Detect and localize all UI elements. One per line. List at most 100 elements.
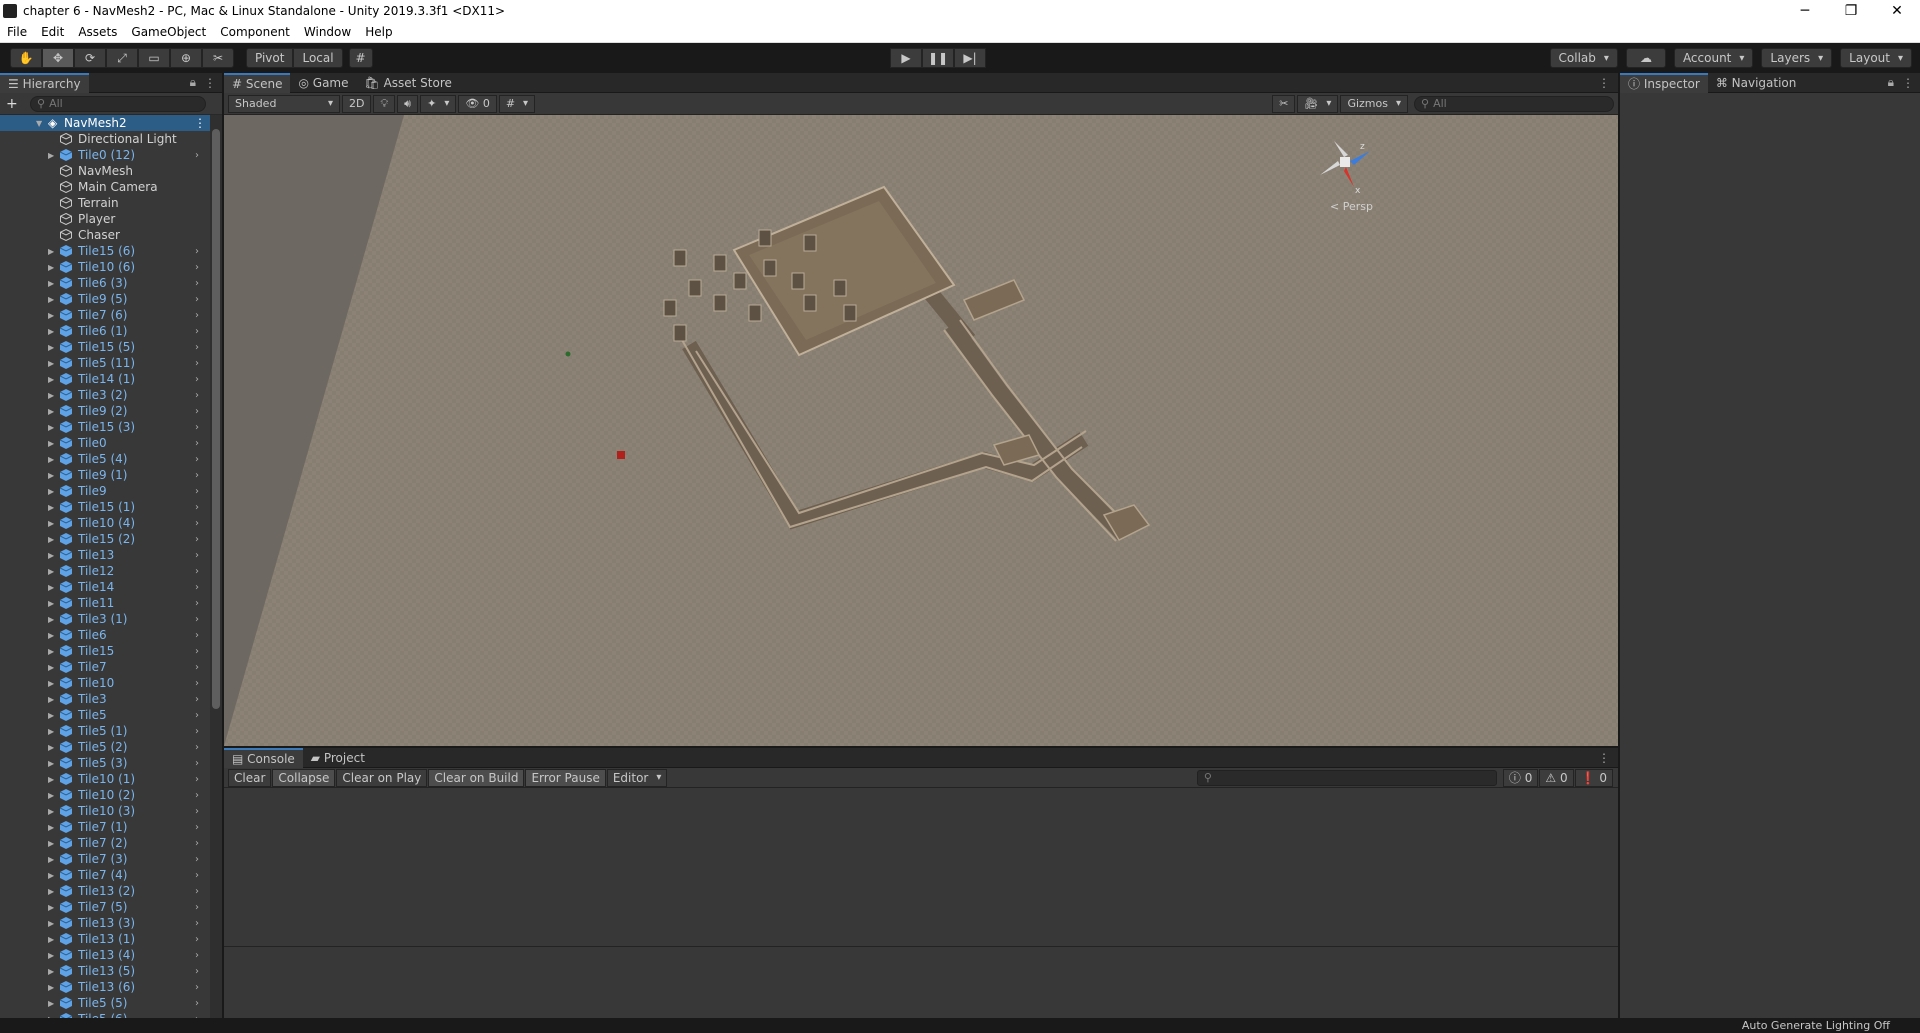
- expand-arrow-icon[interactable]: ▶: [48, 695, 54, 704]
- open-prefab-chevron-icon[interactable]: ›: [195, 438, 199, 449]
- scene-search-input[interactable]: ⚲ All: [1414, 95, 1614, 112]
- open-prefab-chevron-icon[interactable]: ›: [195, 518, 199, 529]
- expand-arrow-icon[interactable]: ▶: [48, 823, 54, 832]
- hierarchy-row[interactable]: ▶ Tile10 (4) ›: [0, 515, 210, 531]
- scene-more-icon[interactable]: ⋮: [1598, 76, 1610, 90]
- expand-arrow-icon[interactable]: ▶: [48, 727, 54, 736]
- menu-file[interactable]: File: [0, 25, 34, 39]
- hierarchy-row[interactable]: ▶ Tile0 ›: [0, 435, 210, 451]
- open-prefab-chevron-icon[interactable]: ›: [195, 822, 199, 833]
- grid-snap-icon[interactable]: #: [348, 48, 373, 68]
- cloud-icon[interactable]: ☁: [1625, 48, 1666, 68]
- tab-console[interactable]: ▤ Console: [224, 747, 303, 768]
- minimize-button[interactable]: ─: [1782, 0, 1828, 22]
- hierarchy-row[interactable]: ▶ Tile15 (1) ›: [0, 499, 210, 515]
- hierarchy-row[interactable]: ▶ Tile5 (1) ›: [0, 723, 210, 739]
- expand-arrow-icon[interactable]: ▶: [48, 759, 54, 768]
- open-prefab-chevron-icon[interactable]: ›: [195, 278, 199, 289]
- transform-tool-icon[interactable]: ⊕: [170, 48, 202, 68]
- hierarchy-row[interactable]: ▶ Tile10 ›: [0, 675, 210, 691]
- hierarchy-row[interactable]: ▶ Tile5 (4) ›: [0, 451, 210, 467]
- expand-arrow-icon[interactable]: ▶: [48, 343, 54, 352]
- console-search-input[interactable]: ⚲: [1196, 769, 1497, 786]
- open-prefab-chevron-icon[interactable]: ›: [195, 918, 199, 929]
- hierarchy-row[interactable]: ▶ Tile14 (1) ›: [0, 371, 210, 387]
- tab-project[interactable]: ▰ Project: [303, 748, 373, 768]
- audio-toggle-icon[interactable]: 🔊︎: [397, 94, 419, 113]
- expand-arrow-icon[interactable]: ▶: [48, 631, 54, 640]
- hierarchy-row[interactable]: ▶ Tile7 (1) ›: [0, 819, 210, 835]
- error-pause-button[interactable]: Error Pause: [525, 768, 606, 787]
- scene-root-row[interactable]: ▼ ◈ NavMesh2 ⋮: [0, 115, 210, 131]
- hierarchy-row[interactable]: ▶ Tile3 (2) ›: [0, 387, 210, 403]
- open-prefab-chevron-icon[interactable]: ›: [195, 326, 199, 337]
- expand-arrow-icon[interactable]: ▶: [48, 791, 54, 800]
- open-prefab-chevron-icon[interactable]: ›: [195, 886, 199, 897]
- layout-dropdown[interactable]: Layout: [1840, 48, 1912, 68]
- hierarchy-scrollbar[interactable]: [210, 115, 222, 1018]
- hierarchy-row[interactable]: ▶ Tile13 (5) ›: [0, 963, 210, 979]
- expand-arrow-icon[interactable]: ▶: [48, 487, 54, 496]
- hierarchy-row[interactable]: Player: [0, 211, 210, 227]
- open-prefab-chevron-icon[interactable]: ›: [195, 598, 199, 609]
- expand-arrow-icon[interactable]: ▶: [48, 295, 54, 304]
- expand-arrow-icon[interactable]: ▶: [48, 903, 54, 912]
- hierarchy-row[interactable]: ▶ Tile15 (5) ›: [0, 339, 210, 355]
- inspector-more-icon[interactable]: ⋮: [1902, 76, 1914, 90]
- inspector-lock-icon[interactable]: 🔒︎: [1888, 75, 1894, 90]
- shading-dropdown[interactable]: Shaded: [228, 94, 340, 113]
- expand-arrow-icon[interactable]: ▶: [48, 935, 54, 944]
- expand-arrow-icon[interactable]: ▶: [48, 887, 54, 896]
- expand-arrow-icon[interactable]: ▶: [48, 263, 54, 272]
- hierarchy-row[interactable]: ▶ Tile10 (2) ›: [0, 787, 210, 803]
- move-tool-icon[interactable]: ✥: [42, 48, 74, 68]
- account-dropdown[interactable]: Account: [1673, 48, 1754, 68]
- console-detail-area[interactable]: [224, 947, 1618, 1018]
- open-prefab-chevron-icon[interactable]: ›: [195, 358, 199, 369]
- scene-menu-icon[interactable]: ⋮: [194, 116, 206, 130]
- expand-arrow-icon[interactable]: ▼: [36, 119, 42, 128]
- collab-dropdown[interactable]: Collab: [1549, 48, 1618, 68]
- maximize-button[interactable]: ❐: [1828, 0, 1874, 22]
- open-prefab-chevron-icon[interactable]: ›: [195, 310, 199, 321]
- open-prefab-chevron-icon[interactable]: ›: [195, 470, 199, 481]
- open-prefab-chevron-icon[interactable]: ›: [195, 870, 199, 881]
- scene-gizmo[interactable]: z x < Persp: [1314, 135, 1374, 215]
- clear-on-play-button[interactable]: Clear on Play: [336, 768, 428, 787]
- hierarchy-row[interactable]: ▶ Tile9 (1) ›: [0, 467, 210, 483]
- hierarchy-row[interactable]: ▶ Tile7 (3) ›: [0, 851, 210, 867]
- hierarchy-row[interactable]: ▶ Tile6 (3) ›: [0, 275, 210, 291]
- expand-arrow-icon[interactable]: ▶: [48, 519, 54, 528]
- open-prefab-chevron-icon[interactable]: ›: [195, 678, 199, 689]
- hierarchy-row[interactable]: Chaser: [0, 227, 210, 243]
- expand-arrow-icon[interactable]: ▶: [48, 999, 54, 1008]
- console-log-area[interactable]: [224, 788, 1618, 946]
- open-prefab-chevron-icon[interactable]: ›: [195, 726, 199, 737]
- open-prefab-chevron-icon[interactable]: ›: [195, 566, 199, 577]
- expand-arrow-icon[interactable]: ▶: [48, 423, 54, 432]
- more-menu-icon[interactable]: ⋮: [204, 76, 216, 90]
- open-prefab-chevron-icon[interactable]: ›: [195, 854, 199, 865]
- expand-arrow-icon[interactable]: ▶: [48, 839, 54, 848]
- expand-arrow-icon[interactable]: ▶: [48, 535, 54, 544]
- expand-arrow-icon[interactable]: ▶: [48, 567, 54, 576]
- hierarchy-row[interactable]: ▶ Tile5 (2) ›: [0, 739, 210, 755]
- scale-tool-icon[interactable]: ⤢: [106, 48, 138, 68]
- open-prefab-chevron-icon[interactable]: ›: [195, 614, 199, 625]
- open-prefab-chevron-icon[interactable]: ›: [195, 950, 199, 961]
- hierarchy-row[interactable]: Terrain: [0, 195, 210, 211]
- tab-navigation[interactable]: ⌘ Navigation: [1708, 73, 1805, 93]
- expand-arrow-icon[interactable]: ▶: [48, 327, 54, 336]
- hand-tool-icon[interactable]: ✋: [10, 48, 42, 68]
- tab-asset-store[interactable]: 🛍︎ Asset Store: [357, 73, 460, 93]
- hierarchy-row[interactable]: ▶ Tile5 (11) ›: [0, 355, 210, 371]
- menu-window[interactable]: Window: [297, 25, 358, 39]
- open-prefab-chevron-icon[interactable]: ›: [195, 982, 199, 993]
- expand-arrow-icon[interactable]: ▶: [48, 807, 54, 816]
- hierarchy-row[interactable]: ▶ Tile7 (2) ›: [0, 835, 210, 851]
- open-prefab-chevron-icon[interactable]: ›: [195, 838, 199, 849]
- expand-arrow-icon[interactable]: ▶: [48, 775, 54, 784]
- tools-icon[interactable]: ✂: [1272, 94, 1296, 113]
- open-prefab-chevron-icon[interactable]: ›: [195, 502, 199, 513]
- open-prefab-chevron-icon[interactable]: ›: [195, 998, 199, 1009]
